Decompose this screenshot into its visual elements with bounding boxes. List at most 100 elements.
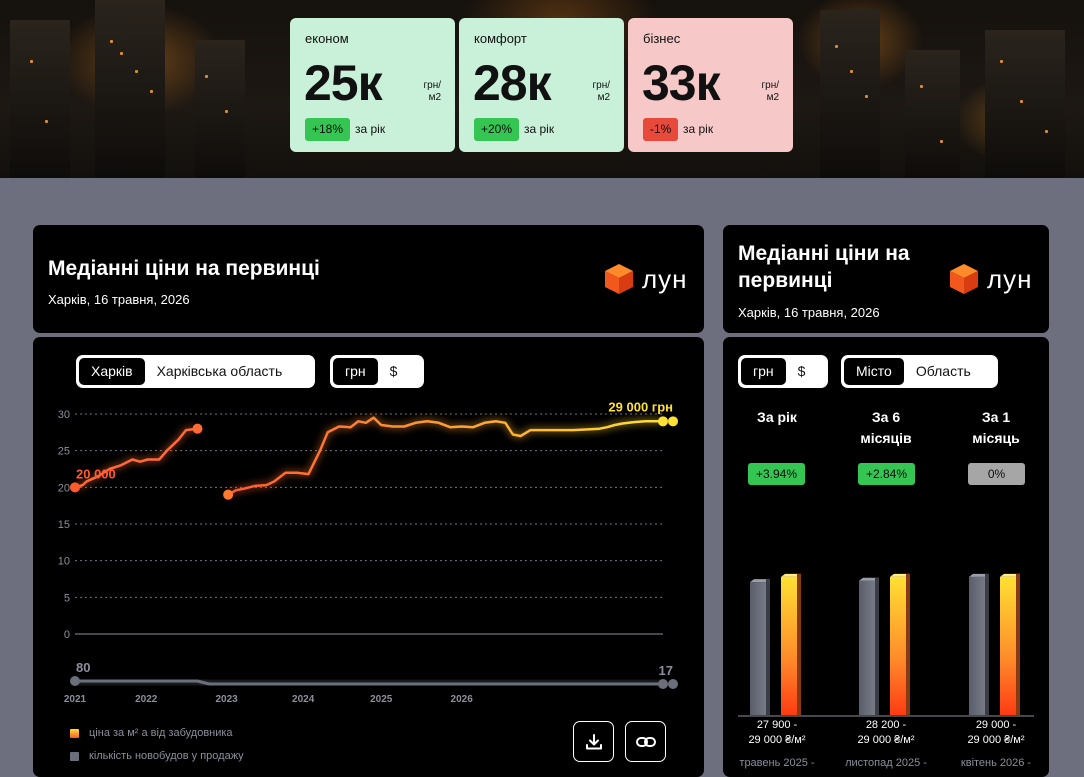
card-period: за рік [355, 122, 386, 136]
change-badge-year: +3.94% [748, 463, 805, 485]
change-badge: +18% [305, 118, 351, 141]
price-point [658, 416, 668, 427]
card-value: 25к [304, 55, 383, 111]
building [985, 30, 1065, 178]
column-head-1m: За 1 місяць [972, 409, 1020, 446]
lun-logo: лун [604, 263, 688, 295]
y-tick-label: 25 [58, 446, 70, 458]
download-button[interactable] [573, 721, 614, 762]
y-tick-label: 20 [58, 482, 70, 494]
price-card-econom: економ 25к грн/м2 +18% за рік [290, 18, 455, 152]
main-chart-panel: Харків Харківська область грн $ 0 5 10 15 20… [33, 337, 704, 777]
x-tick-label: 2025 [370, 694, 393, 705]
card-unit: грн/м2 [761, 80, 779, 103]
logo-text: лун [642, 263, 688, 294]
region-option-oblast[interactable]: Харківська область [145, 358, 295, 385]
side-compare-panel: грн $ Місто Область За рік За 6 місяців З… [723, 337, 1049, 777]
area-option-oblast[interactable]: Область [904, 358, 983, 385]
bar-before [750, 582, 766, 715]
side-title: Медіанні ціни на первинці [738, 242, 910, 292]
x-tick-label: 2024 [292, 694, 315, 705]
card-unit: грн/м2 [423, 80, 441, 103]
cube-icon [950, 264, 978, 294]
card-value: 33к [642, 55, 721, 111]
main-panel-header: Медіанні ціни на первинці Харків, 16 тра… [33, 225, 704, 333]
building [195, 40, 245, 178]
bar-after-side [1016, 573, 1020, 715]
card-value: 28к [473, 55, 552, 111]
change-badge-6m: +2.84% [858, 463, 915, 485]
count-point [658, 679, 668, 689]
x-tick-label: 2021 [64, 694, 87, 705]
area-option-city[interactable]: Місто [844, 358, 904, 385]
area-toggle: Місто Область [841, 355, 998, 388]
currency-option-usd[interactable]: $ [786, 358, 818, 385]
range-1m: 29 000 -29 000 ₴/м² [967, 719, 1025, 746]
column-head-6m: За 6 місяців [860, 409, 912, 446]
building [10, 20, 70, 178]
change-badge: -1% [643, 118, 679, 141]
page-title: Медіанні ціни на первинці [48, 257, 320, 280]
column-head-year: За рік [757, 409, 797, 425]
currency-option-usd[interactable]: $ [378, 358, 410, 385]
region-toggle: Харків Харківська область [76, 355, 315, 388]
period-year: травень 2025 - [739, 757, 815, 769]
y-tick-label: 15 [58, 519, 70, 531]
bar-before [859, 580, 875, 715]
count-point [70, 676, 80, 686]
bar-after [781, 576, 797, 715]
bar-after [1000, 576, 1016, 715]
logo-text: лун [987, 263, 1033, 294]
legend-price: ціна за м² а від забудовника [70, 727, 233, 739]
card-period: за рік [524, 122, 555, 136]
bar-before-side [985, 573, 989, 715]
legend-count-label: кількість новобудов у продажу [89, 750, 244, 762]
count-start-label: 80 [76, 660, 90, 675]
compare-bar-chart [738, 573, 1034, 717]
building [820, 10, 880, 178]
bar-after-side [797, 573, 801, 715]
card-period: за рік [683, 122, 714, 136]
page-subtitle: Харків, 16 травня, 2026 [48, 292, 190, 307]
copy-link-button[interactable] [625, 721, 666, 762]
price-point [70, 482, 80, 493]
bar-before [969, 576, 985, 715]
card-category: комфорт [474, 31, 527, 46]
range-year: 27 900 -29 000 ₴/м² [748, 719, 806, 746]
period-6m: листопад 2025 - [845, 757, 927, 769]
cube-icon [605, 264, 633, 294]
price-line-segment [227, 416, 663, 496]
price-line-chart: 051015202530 2021 2022 2023 2024 2025 2026 20… [58, 399, 678, 705]
lun-logo: лун [949, 263, 1033, 295]
card-category: економ [305, 31, 349, 46]
price-point [223, 489, 234, 500]
count-point [668, 679, 678, 689]
count-line [75, 679, 663, 686]
price-card-business: бізнес 33к грн/м2 -1% за рік [628, 18, 793, 152]
y-tick-label: 30 [58, 409, 70, 421]
legend-swatch [70, 728, 79, 738]
link-icon [635, 736, 656, 747]
y-tick-label: 5 [64, 592, 70, 604]
end-value-label: 29 000 грн [608, 399, 673, 414]
bar-after [890, 576, 906, 715]
price-point [192, 423, 203, 434]
legend-count: кількість новобудов у продажу [70, 750, 244, 762]
building [905, 50, 960, 178]
card-category: бізнес [643, 31, 681, 46]
currency-option-uah[interactable]: грн [333, 358, 378, 385]
price-point [668, 416, 678, 427]
currency-option-uah[interactable]: грн [741, 358, 786, 385]
change-badge: +20% [474, 118, 520, 141]
building [95, 0, 165, 178]
side-subtitle: Харків, 16 травня, 2026 [738, 305, 880, 320]
count-end-label: 17 [659, 663, 673, 678]
y-tick-label: 0 [64, 629, 70, 641]
period-1m: квітень 2026 - [960, 757, 1032, 769]
currency-toggle: грн $ [330, 355, 424, 388]
region-option-city[interactable]: Харків [79, 358, 145, 385]
side-panel-header: Медіанні ціни на первинці Харків, 16 трав… [723, 225, 1049, 333]
bar-after-side [906, 573, 910, 715]
start-value-label: 20 000 [76, 466, 116, 481]
bar-before-side [766, 579, 770, 715]
